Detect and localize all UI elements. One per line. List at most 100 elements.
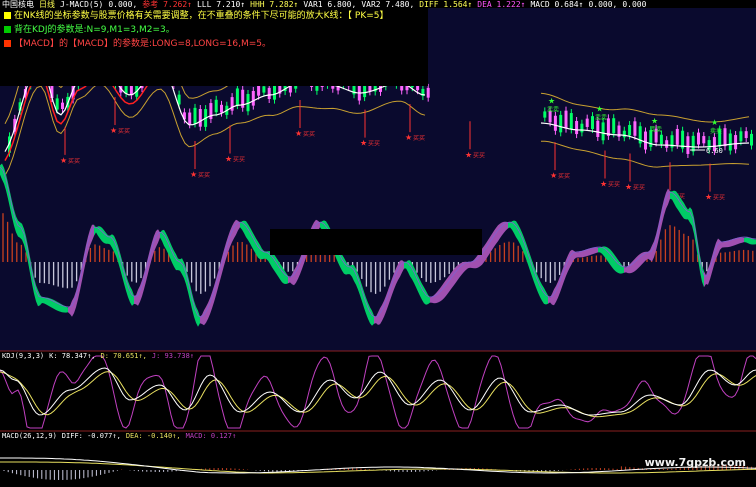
candle-body: [744, 131, 748, 139]
buy-star-icon: ★: [295, 129, 302, 138]
candle-body: [553, 115, 557, 131]
kdj-d-value: D: 70.651↑,: [100, 352, 147, 360]
note-3-text: 【MACD】的【MACD】的参数是:LONG=8,LONG=16,M=5。: [14, 39, 271, 49]
candle-body: [230, 97, 234, 111]
price-annotation: 6.60: [706, 147, 723, 155]
candle-body: [697, 132, 700, 145]
sell-star-icon: ★: [711, 118, 718, 127]
buy-signal-label: 买买: [368, 140, 380, 148]
buy-star-icon: ★: [360, 139, 367, 148]
sell-signal-label: 卖卖: [595, 115, 607, 122]
candle-body: [61, 102, 64, 109]
buy-star-icon: ★: [550, 171, 557, 180]
main-header-value-5: VAR2 7.480,: [361, 0, 415, 9]
candle-body: [628, 125, 632, 136]
buy-signal-label: 买买: [558, 172, 570, 180]
indicator-name[interactable]: J-MACD(5): [60, 0, 103, 9]
candle-body: [569, 113, 573, 130]
period-tag[interactable]: 日线: [39, 0, 55, 9]
candle-body: [675, 128, 679, 145]
main-header-value-8: MACD 0.684↑: [530, 0, 584, 9]
main-header-value-6: DIFF 1.564↑: [419, 0, 473, 9]
note-3: 【MACD】的【MACD】的参数是:LONG=8,LONG=16,M=5。: [4, 39, 271, 50]
buy-star-icon: ★: [705, 193, 712, 202]
sell-star-icon: ★: [548, 96, 555, 105]
candle-body: [728, 133, 732, 151]
macd-label[interactable]: MACD(26,12,9): [2, 432, 57, 440]
candle-body: [214, 99, 218, 113]
candle-body: [580, 123, 584, 133]
candle-body: [596, 120, 600, 137]
buy-signal-label: 买买: [608, 180, 620, 188]
candle-body: [543, 111, 547, 118]
buy-star-icon: ★: [60, 156, 67, 165]
candle-body: [198, 109, 202, 127]
buy-star-icon: ★: [625, 182, 632, 191]
candle-body: [739, 131, 743, 142]
macd-diff-value: DIFF: -0.077↑,: [61, 432, 121, 440]
candle-body: [633, 121, 637, 136]
candle-body: [220, 104, 223, 113]
candle-body: [55, 98, 59, 110]
sell-signal-label: 卖卖: [650, 127, 662, 134]
candle-body: [723, 128, 727, 147]
sell-star-icon: ★: [651, 117, 658, 126]
main-header-values: 0.000, 参考 7.262↑ LLL 7.210↑ HHH 7.282↑ VAR1 …: [108, 0, 651, 9]
candle-body: [734, 135, 738, 150]
main-header-value-7: DEA 1.222↑: [477, 0, 526, 9]
candle-body: [262, 86, 266, 93]
candle-body: [644, 131, 647, 150]
note-2: 背在KDJ的参数是:N=9,M1=3,M2=3。: [4, 25, 175, 36]
main-header-value-1: 参考 7.262↑: [142, 0, 192, 9]
note-1: 在NK线的坐标参数与股票价格有关需要调整，在不重叠的条件下尽可能的放大K线：【 …: [4, 11, 389, 22]
buy-signal-label: 买买: [413, 134, 425, 142]
candle-body: [686, 136, 690, 154]
buy-star-icon: ★: [600, 179, 607, 188]
candle-body: [659, 134, 663, 145]
main-header-value-3: HHH 7.282↑: [250, 0, 299, 9]
note-2-text: 背在KDJ的参数是:N=9,M1=3,M2=3。: [14, 25, 175, 35]
macd-macd-value: MACD: 0.127↑: [185, 432, 237, 440]
candle-body: [750, 133, 753, 146]
buy-star-icon: ★: [465, 150, 472, 159]
kdj-label[interactable]: KDJ(9,3,3): [2, 352, 44, 360]
stock-chart-window: ★卖卖★卖卖★卖卖★卖卖★卖卖★卖卖★卖卖★卖卖★卖卖★卖卖★买买★买买★买买★…: [0, 0, 756, 487]
kdj-header: KDJ(9,3,3) K: 78.347↑, D: 70.651↑, J: 93.73…: [2, 352, 199, 361]
buy-signal-label: 买买: [713, 194, 725, 202]
main-header-value-0: 0.000,: [108, 0, 138, 9]
candle-body: [273, 84, 276, 100]
candle-body: [601, 122, 605, 141]
candle-body: [426, 87, 430, 98]
kdj-j-value: J: 93.738↑: [151, 352, 195, 360]
sell-signal-label: 卖卖: [710, 128, 722, 135]
kdj-k-value: K: 78.347↑,: [49, 352, 96, 360]
candle-body: [591, 116, 594, 130]
buy-star-icon: ★: [190, 170, 197, 179]
macd-dea-value: DEA: -0.140↑,: [125, 432, 181, 440]
buy-signal-label: 买买: [633, 183, 645, 191]
buy-signal-label: 买买: [198, 171, 210, 179]
main-header-value-9: 0.000,: [588, 0, 618, 9]
buy-signal-label: 买买: [233, 155, 245, 163]
candle-body: [564, 110, 568, 129]
candle-body: [267, 87, 271, 100]
candle-body: [665, 140, 669, 148]
stock-name[interactable]: 中国核电: [2, 0, 34, 9]
buy-star-icon: ★: [405, 133, 412, 142]
candle-body: [691, 135, 695, 152]
buy-star-icon: ★: [225, 154, 232, 163]
candle-body: [235, 88, 239, 106]
buy-signal-label: 买买: [68, 157, 80, 165]
candle-body: [622, 130, 626, 138]
main-header-value-2: LLL 7.210↑: [196, 0, 246, 9]
candle-body: [585, 118, 589, 127]
note-3-square-icon: [4, 40, 11, 47]
main-header: 中国核电 日线 J-MACD(5) 0.000, 参考 7.262↑ LLL 7.210↑…: [2, 0, 651, 10]
candle-body: [193, 107, 197, 124]
buy-signal-label: 买买: [118, 127, 130, 135]
candle-body: [612, 118, 616, 134]
main-header-value-4: VAR1 6.800,: [303, 0, 357, 9]
candle-body: [251, 90, 255, 106]
note-1-square-icon: [4, 12, 11, 19]
candle-body: [702, 136, 706, 144]
